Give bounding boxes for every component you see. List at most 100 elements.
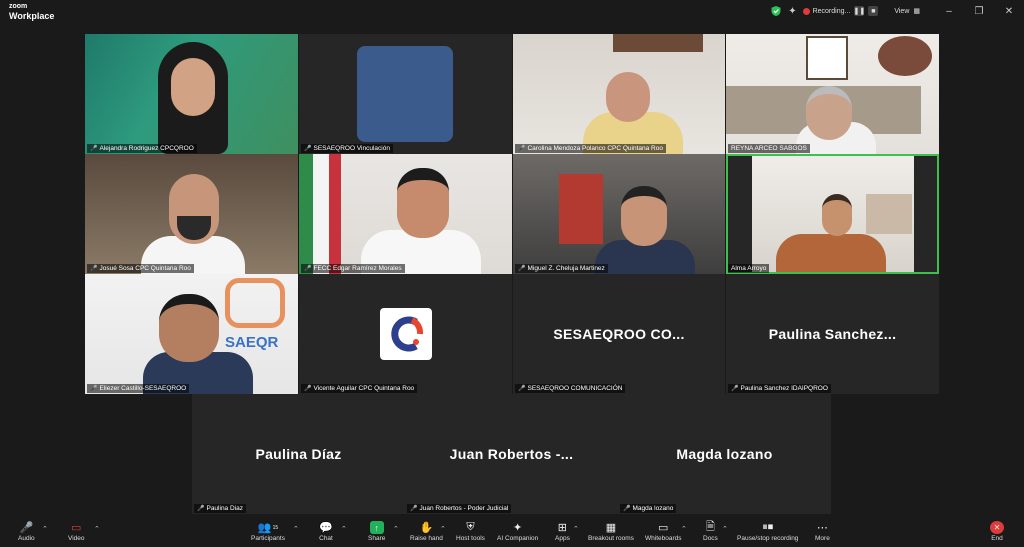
participant-name-tag: Alma Arroyo	[728, 264, 770, 273]
grid-icon: ▦	[913, 8, 920, 15]
participant-name-tag: 🎤 Carolina Mendoza Polanco CPC Quintana R…	[515, 144, 666, 153]
participant-tile[interactable]: 🎤 Josué Sosa CPC Quintana Roo	[85, 154, 298, 274]
minimize-icon[interactable]: –	[934, 6, 964, 17]
participant-name-tag: 🎤 SESAEQROO Vinculación	[301, 144, 393, 153]
participant-tile[interactable]: Juan Robertos -... 🎤 Juan Robertos - Pode…	[405, 394, 618, 514]
participant-tile[interactable]: 🎤 Carolina Mendoza Polanco CPC Quintana R…	[513, 34, 725, 154]
whiteboard-icon: ▭	[658, 522, 669, 534]
profile-logo-icon	[391, 316, 424, 352]
muted-mic-icon: 🎤	[518, 386, 526, 392]
share-button[interactable]: ↑ Share	[368, 521, 385, 542]
ai-companion-button[interactable]: ✦ AI Companion	[497, 521, 538, 542]
pause-stop-recording-button[interactable]: ⏸⏹ Pause/stop recording	[737, 521, 798, 542]
close-icon[interactable]: ✕	[994, 6, 1024, 17]
participant-tile[interactable]: Magda lozano 🎤 Magda lozano	[618, 394, 831, 514]
participant-tile[interactable]: REYNA ARCEO SABGOS	[726, 34, 939, 154]
brand-bottom: Workplace	[9, 11, 55, 21]
muted-mic-icon: 🎤	[304, 266, 312, 272]
participant-tile[interactable]: 🎤 Vicente Aguilar CPC Quintana Roo	[299, 274, 512, 394]
raise-hand-button[interactable]: ✋ Raise hand	[410, 521, 443, 542]
chat-button[interactable]: 💬 Chat	[319, 521, 333, 542]
whiteboards-options-caret[interactable]: ⌃	[681, 525, 687, 533]
pause-stop-icon: ⏸⏹	[762, 521, 774, 533]
participant-name-tag: 🎤 Magda lozano	[620, 504, 677, 513]
stop-recording-icon[interactable]: ■	[868, 6, 879, 16]
participant-display-name: Juan Robertos -...	[449, 446, 574, 462]
participant-name-tag: 🎤 SESAEQROO COMUNICACIÓN	[515, 384, 626, 393]
share-options-caret[interactable]: ⌃	[393, 525, 399, 533]
view-button[interactable]: View ▦	[894, 7, 920, 16]
meeting-toolbar: 🎤 Audio ⌃ ▭ Video ⌃ 👥 15 Participants ⌃ 💬…	[0, 517, 1024, 547]
participant-tile[interactable]: 🎤 SESAEQROO Vinculación	[299, 34, 512, 154]
whiteboards-button[interactable]: ▭ Whiteboards	[645, 521, 682, 542]
recording-indicator: Recording... ❚❚ ■	[802, 6, 879, 16]
participants-icon: 👥 15	[257, 522, 279, 534]
ai-sparkle-icon[interactable]: ✦	[788, 6, 796, 17]
muted-mic-icon: 🎤	[90, 146, 98, 152]
docs-icon: 🗎	[705, 521, 715, 533]
shield-icon[interactable]	[770, 5, 782, 17]
end-button[interactable]: ✕ End	[990, 521, 1004, 542]
reactions-options-caret[interactable]: ⌃	[440, 525, 446, 533]
audio-options-caret[interactable]: ⌃	[42, 525, 48, 533]
participant-name-tag: 🎤 Vicente Aguilar CPC Quintana Roo	[301, 384, 418, 393]
participant-tile[interactable]: SESAEQROO CO... 🎤 SESAEQROO COMUNICACIÓN	[513, 274, 725, 394]
apps-options-caret[interactable]: ⌃	[573, 525, 579, 533]
participant-name-tag: 🎤 FECC Edgar Ramírez Morales	[301, 264, 405, 273]
breakout-rooms-icon: ▦	[605, 522, 617, 534]
docs-options-caret[interactable]: ⌃	[722, 525, 728, 533]
avatar	[357, 46, 453, 142]
muted-mic-icon: 🎤	[518, 146, 526, 152]
apps-icon: ⊞	[557, 522, 568, 534]
participant-tile[interactable]: Paulina Díaz 🎤 Paulina Diaz	[192, 394, 405, 514]
muted-mic-icon: 🎤	[90, 386, 98, 392]
participant-tile[interactable]: Paulina Sanchez... 🎤 Paulina Sanchez IDAI…	[726, 274, 939, 394]
participant-tile[interactable]: 🎤 FECC Edgar Ramírez Morales	[299, 154, 512, 274]
video-options-caret[interactable]: ⌃	[94, 525, 100, 533]
participant-name-tag: 🎤 Eliezer Castillo-SESAEQROO	[87, 384, 190, 393]
close-icon: ✕	[990, 521, 1004, 534]
muted-mic-icon: 🎤	[197, 506, 205, 512]
record-dot-icon	[802, 7, 810, 15]
video-camera-icon: ▭	[71, 522, 82, 534]
view-label: View	[894, 7, 910, 15]
participant-tile[interactable]: SAEQR 🎤 Eliezer Castillo-SESAEQROO	[85, 274, 298, 394]
participant-name-tag: 🎤 Miguel Z. Cheluja Martinez	[515, 264, 608, 273]
participant-display-name: Paulina Sanchez...	[768, 326, 897, 342]
audio-button[interactable]: 🎤 Audio	[18, 521, 35, 542]
muted-mic-icon: 🎤	[90, 266, 98, 272]
participant-name-tag: 🎤 Paulina Sanchez IDAIPQROO	[728, 384, 831, 393]
ai-sparkle-icon: ✦	[512, 522, 523, 534]
participant-name-tag: REYNA ARCEO SABGOS	[728, 144, 810, 153]
apps-button[interactable]: ⊞ Apps	[555, 521, 570, 542]
breakout-rooms-button[interactable]: ▦ Breakout rooms	[588, 521, 634, 542]
participant-name-tag: 🎤 Paulina Diaz	[194, 504, 246, 513]
participant-tile[interactable]: 🎤 Alejandra Rodriguez CPCQROO	[85, 34, 298, 154]
participants-options-caret[interactable]: ⌃	[293, 525, 299, 533]
participant-tile-active-speaker[interactable]: Alma Arroyo	[726, 154, 939, 274]
muted-mic-icon: 🎤	[731, 386, 739, 392]
participant-name-tag: 🎤 Josué Sosa CPC Quintana Roo	[87, 264, 194, 273]
chat-icon: 💬	[319, 522, 333, 534]
avatar	[380, 308, 432, 360]
recording-label: Recording...	[812, 7, 851, 15]
participant-display-name: Paulina Díaz	[255, 446, 342, 462]
chat-options-caret[interactable]: ⌃	[341, 525, 347, 533]
host-tools-button[interactable]: ⛨ Host tools	[456, 521, 485, 542]
brand-top: zoom	[9, 3, 28, 10]
participants-button[interactable]: 👥 15 Participants	[251, 521, 285, 542]
video-button[interactable]: ▭ Video	[68, 521, 85, 542]
raise-hand-icon: ✋	[419, 522, 434, 534]
participant-tile[interactable]: 🎤 Miguel Z. Cheluja Martinez	[513, 154, 725, 274]
zoom-logo: zoom Workplace	[9, 3, 54, 21]
muted-mic-icon: 🎤	[410, 506, 418, 512]
pause-recording-icon[interactable]: ❚❚	[853, 6, 865, 16]
participant-display-name: Magda lozano	[676, 446, 773, 462]
muted-mic-icon: 🎤	[623, 506, 631, 512]
maximize-icon[interactable]: ❐	[964, 6, 994, 17]
docs-button[interactable]: 🗎 Docs	[703, 521, 718, 542]
more-button[interactable]: ⋯ More	[815, 521, 830, 542]
muted-mic-icon: 🎤	[518, 266, 526, 272]
participant-name-tag: 🎤 Juan Robertos - Poder Judicial	[407, 504, 512, 513]
muted-mic-icon: 🎤	[19, 522, 34, 534]
